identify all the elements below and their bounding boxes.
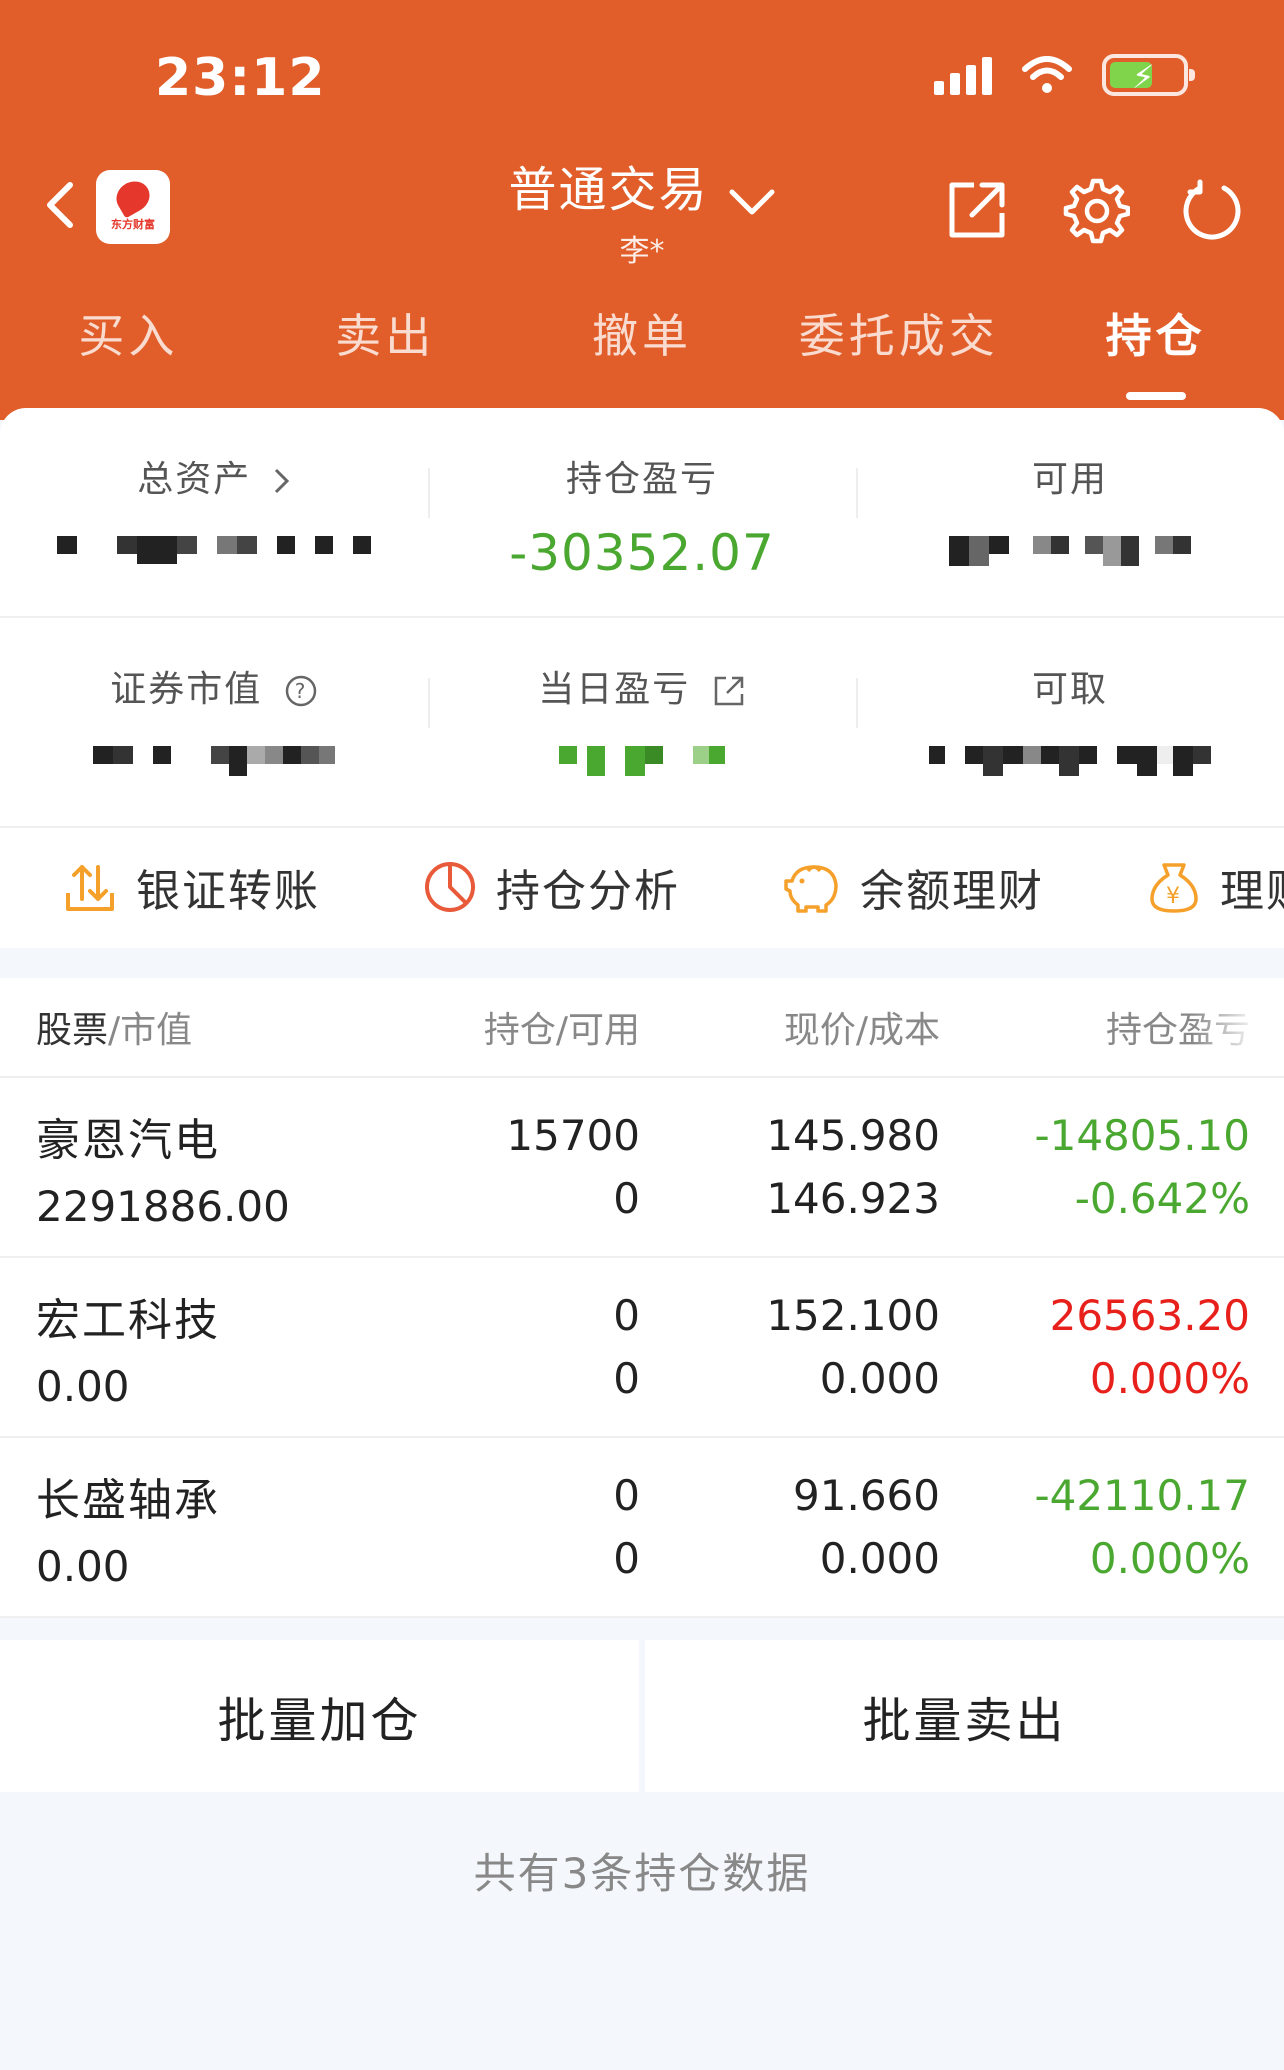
position-pl-pct: -0.642% xyxy=(1074,1174,1250,1223)
nav-bar: 普通交易 李* 东方财富 xyxy=(0,150,1284,269)
tab-buy[interactable]: 买入 xyxy=(0,300,257,400)
table-row[interactable]: 宏工科技 0.00 0 0 152.100 0.000 26563.20 0.0… xyxy=(0,1258,1284,1438)
battery-icon: ⚡ xyxy=(1102,54,1195,96)
stock-market-value: 0.00 xyxy=(36,1361,130,1411)
table-row[interactable]: 长盛轴承 0.00 0 0 91.660 0.000 -42110.17 0.0… xyxy=(0,1438,1284,1618)
svg-text:¥: ¥ xyxy=(1166,884,1182,909)
refresh-icon[interactable] xyxy=(1180,178,1244,242)
position-pl: -42110.17 xyxy=(1034,1471,1250,1520)
available-qty: 0 xyxy=(613,1354,640,1403)
back-icon[interactable] xyxy=(40,180,80,230)
svg-text:?: ? xyxy=(294,679,307,703)
chevron-down-icon[interactable] xyxy=(728,186,776,218)
positions-count-note: 共有3条持仓数据 xyxy=(473,1849,811,1898)
tab-sell[interactable]: 卖出 xyxy=(257,300,514,400)
quick-actions: 银证转账 持仓分析 余额理财 ¥ 理财 xyxy=(0,828,1284,946)
money-bag-icon: ¥ xyxy=(1150,863,1198,913)
tab-cancel[interactable]: 撤单 xyxy=(514,300,771,400)
total-assets-label: 总资产 xyxy=(137,459,252,500)
app-header: 23:12 ⚡ 普通交易 李* 东方财富 买入 卖出 撤单 委托成交 持仓 xyxy=(0,0,1284,420)
cost-price: 0.000 xyxy=(819,1534,940,1583)
quick-action-label: 银证转账 xyxy=(136,866,320,917)
current-price: 152.100 xyxy=(766,1291,940,1340)
chevron-right-icon xyxy=(274,468,289,494)
share-icon[interactable] xyxy=(944,177,1010,243)
nav-actions xyxy=(944,175,1244,245)
stock-name: 豪恩汽电 xyxy=(36,1114,220,1166)
cost-price: 0.000 xyxy=(819,1354,940,1403)
available-qty: 0 xyxy=(613,1534,640,1583)
withdrawable-label: 可取 xyxy=(1031,669,1108,710)
cost-price: 146.923 xyxy=(766,1174,940,1223)
external-link-icon[interactable] xyxy=(712,674,746,708)
position-pl-value: -30352.07 xyxy=(509,524,775,582)
stock-market-value: 0.00 xyxy=(36,1541,130,1591)
quick-action-label: 理财 xyxy=(1220,866,1284,917)
summary-row-1: 总资产 持仓盈亏 -30352.07 可用 xyxy=(0,408,1284,618)
position-pl-label: 持仓盈亏 xyxy=(565,459,718,500)
trade-tabs: 买入 卖出 撤单 委托成交 持仓 xyxy=(0,300,1284,400)
daily-pl-label: 当日盈亏 xyxy=(538,669,691,710)
status-time: 23:12 xyxy=(155,48,326,108)
header-price: 现价/成本 xyxy=(783,1010,940,1051)
available-funds: 可用 xyxy=(856,408,1284,616)
header-market-value: /市值 xyxy=(108,1010,193,1051)
quick-action-label: 持仓分析 xyxy=(496,866,680,917)
current-price: 145.980 xyxy=(766,1111,940,1160)
holding-qty: 15700 xyxy=(506,1111,640,1160)
cellular-signal-icon xyxy=(934,55,992,95)
available-qty: 0 xyxy=(613,1174,640,1223)
positions-table: 股票/市值 持仓/可用 现价/成本 持仓盈亏 豪恩汽电 2291886.00 1… xyxy=(0,978,1284,1618)
daily-pl[interactable]: 当日盈亏 xyxy=(428,618,856,826)
table-row[interactable]: 豪恩汽电 2291886.00 15700 0 145.980 146.923 … xyxy=(0,1078,1284,1258)
header-pl: 持仓盈亏 xyxy=(1105,1010,1250,1051)
masked-value xyxy=(856,530,1284,566)
stock-name: 宏工科技 xyxy=(36,1294,220,1346)
batch-actions: 批量加仓 批量卖出 xyxy=(0,1640,1284,1792)
position-pl-pct: 0.000% xyxy=(1089,1534,1250,1583)
quick-action-label: 余额理财 xyxy=(860,866,1044,917)
page-title[interactable]: 普通交易 xyxy=(508,150,708,220)
market-value-label: 证券市值 xyxy=(110,669,263,710)
withdrawable-funds: 可取 xyxy=(856,618,1284,826)
position-pl: 持仓盈亏 -30352.07 xyxy=(428,408,856,616)
pie-chart-icon xyxy=(425,862,475,912)
settings-gear-icon[interactable] xyxy=(1060,175,1130,245)
masked-value xyxy=(856,740,1284,776)
tab-orders[interactable]: 委托成交 xyxy=(770,300,1027,400)
masked-value xyxy=(0,740,428,776)
help-icon[interactable]: ? xyxy=(284,674,318,708)
position-pl: -14805.10 xyxy=(1034,1111,1250,1160)
header-holding: 持仓/可用 xyxy=(483,1010,640,1051)
total-assets[interactable]: 总资产 xyxy=(0,408,428,616)
position-pl: 26563.20 xyxy=(1049,1291,1250,1340)
wifi-icon xyxy=(1022,56,1072,93)
current-price: 91.660 xyxy=(793,1471,940,1520)
position-pl-pct: 0.000% xyxy=(1089,1354,1250,1403)
status-icons: ⚡ xyxy=(934,54,1195,96)
market-value[interactable]: 证券市值 ? xyxy=(0,618,428,826)
batch-sell-button[interactable]: 批量卖出 xyxy=(639,1640,1284,1792)
tab-positions[interactable]: 持仓 xyxy=(1027,300,1284,400)
table-header: 股票/市值 持仓/可用 现价/成本 持仓盈亏 xyxy=(0,978,1284,1078)
holding-qty: 0 xyxy=(613,1471,640,1520)
batch-add-button[interactable]: 批量加仓 xyxy=(0,1640,639,1792)
masked-value xyxy=(0,530,428,564)
masked-value xyxy=(428,740,856,776)
quick-action-transfer[interactable]: 银证转账 xyxy=(62,855,320,919)
available-label: 可用 xyxy=(1031,459,1108,500)
transfer-icon xyxy=(66,865,114,911)
stock-market-value: 2291886.00 xyxy=(36,1181,290,1231)
header-stock: 股票 xyxy=(36,1010,109,1051)
stock-name: 长盛轴承 xyxy=(36,1474,220,1526)
quick-action-balance-wealth[interactable]: 余额理财 xyxy=(782,855,1044,919)
summary-row-2: 证券市值 ? 当日盈亏 可取 xyxy=(0,618,1284,828)
holding-qty: 0 xyxy=(613,1291,640,1340)
quick-action-wealth[interactable]: ¥ 理财 xyxy=(1146,855,1284,919)
app-logo: 东方财富 xyxy=(96,170,170,244)
quick-action-analysis[interactable]: 持仓分析 xyxy=(422,855,680,919)
piggy-bank-icon xyxy=(784,865,838,913)
